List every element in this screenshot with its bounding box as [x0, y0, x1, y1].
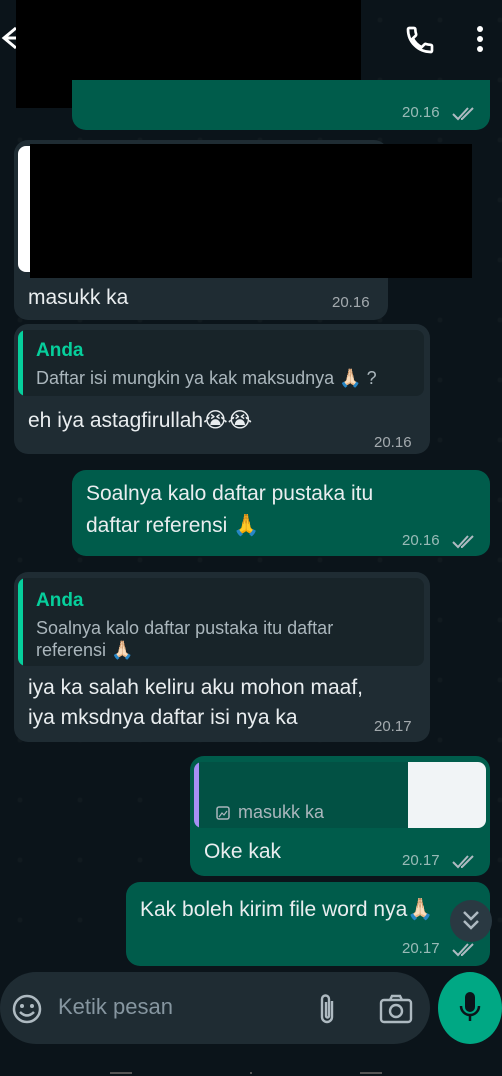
message-text: masukk ka: [28, 286, 129, 309]
message-composer: Ketik pesan: [0, 972, 502, 1076]
attachment-icon[interactable]: [314, 992, 340, 1026]
scroll-to-bottom-button[interactable]: [450, 900, 492, 942]
folded-hands-emoji: 🙏🏻: [111, 640, 134, 660]
message-time: 20.16: [402, 532, 440, 549]
message-bubble-incoming[interactable]: Anda Soalnya kalo daftar pustaka itu daf…: [14, 572, 430, 742]
more-options-icon[interactable]: [470, 22, 490, 56]
quoted-message[interactable]: Anda Daftar isi mungkin ya kak maksudnya…: [18, 330, 424, 396]
message-bubble-outgoing[interactable]: Soalnya kalo daftar pustaka itu daftar r…: [72, 470, 490, 556]
image-icon: [216, 806, 230, 820]
message-input-pill[interactable]: Ketik pesan: [0, 972, 430, 1044]
message-text-line2: iya mksdnya daftar isi nya ka: [28, 706, 298, 729]
microphone-icon: [459, 992, 481, 1021]
camera-icon[interactable]: [378, 992, 414, 1026]
message-bubble-outgoing[interactable]: 20.16: [72, 80, 490, 130]
double-chevron-down-icon: [463, 911, 479, 930]
voice-call-icon[interactable]: [404, 24, 436, 56]
crying-emoji: 😭😭: [203, 409, 253, 432]
message-text-line2: daftar referensi 🙏: [86, 514, 260, 537]
message-time: 20.16: [374, 434, 412, 451]
quoted-message[interactable]: Anda Soalnya kalo daftar pustaka itu daf…: [18, 578, 424, 666]
folded-hands-emoji: 🙏: [233, 514, 260, 537]
read-ticks-icon: [452, 107, 474, 121]
message-time: 20.16: [402, 104, 440, 121]
quoted-sender: Anda: [36, 590, 84, 611]
message-text: eh iya astagfirullah😭😭: [28, 409, 253, 432]
folded-hands-emoji: 🙏🏻: [407, 898, 434, 921]
message-bubble-incoming[interactable]: Anda Daftar isi mungkin ya kak maksudnya…: [14, 324, 430, 454]
system-navigation-bar: [110, 1072, 382, 1074]
quoted-text-line1: Soalnya kalo daftar pustaka itu daftar: [36, 618, 334, 638]
message-time: 20.17: [402, 940, 440, 957]
message-bubble-outgoing[interactable]: Kak boleh kirim file word nya🙏🏻 20.17: [126, 882, 490, 966]
quoted-message[interactable]: masukk ka: [194, 762, 486, 828]
message-text-line1: Soalnya kalo daftar pustaka itu: [86, 482, 374, 505]
message-text: Oke kak: [204, 840, 282, 863]
image-redacted: [30, 144, 472, 278]
read-ticks-icon: [452, 535, 474, 549]
folded-hands-emoji: 🙏🏻: [339, 368, 362, 388]
quoted-text-line2: referensi 🙏🏻: [36, 640, 134, 660]
read-ticks-icon: [452, 855, 474, 869]
chat-header: [0, 0, 502, 108]
quoted-sender: Anda: [36, 340, 84, 361]
quoted-image-thumbnail: [408, 762, 486, 828]
message-text: Kak boleh kirim file word nya🙏🏻: [140, 898, 434, 921]
message-time: 20.16: [332, 294, 370, 311]
message-text-line1: iya ka salah keliru aku mohon maaf,: [28, 676, 364, 699]
message-time: 20.17: [374, 718, 412, 735]
quoted-text: masukk ka: [238, 802, 325, 822]
voice-message-button[interactable]: [438, 972, 502, 1044]
message-input-placeholder[interactable]: Ketik pesan: [58, 994, 173, 1020]
quoted-text: Daftar isi mungkin ya kak maksudnya 🙏🏻 ?: [36, 368, 377, 388]
read-ticks-icon: [452, 943, 474, 957]
message-bubble-outgoing[interactable]: masukk ka Oke kak 20.17: [190, 756, 490, 876]
emoji-icon[interactable]: [10, 992, 44, 1026]
message-time: 20.17: [402, 852, 440, 869]
